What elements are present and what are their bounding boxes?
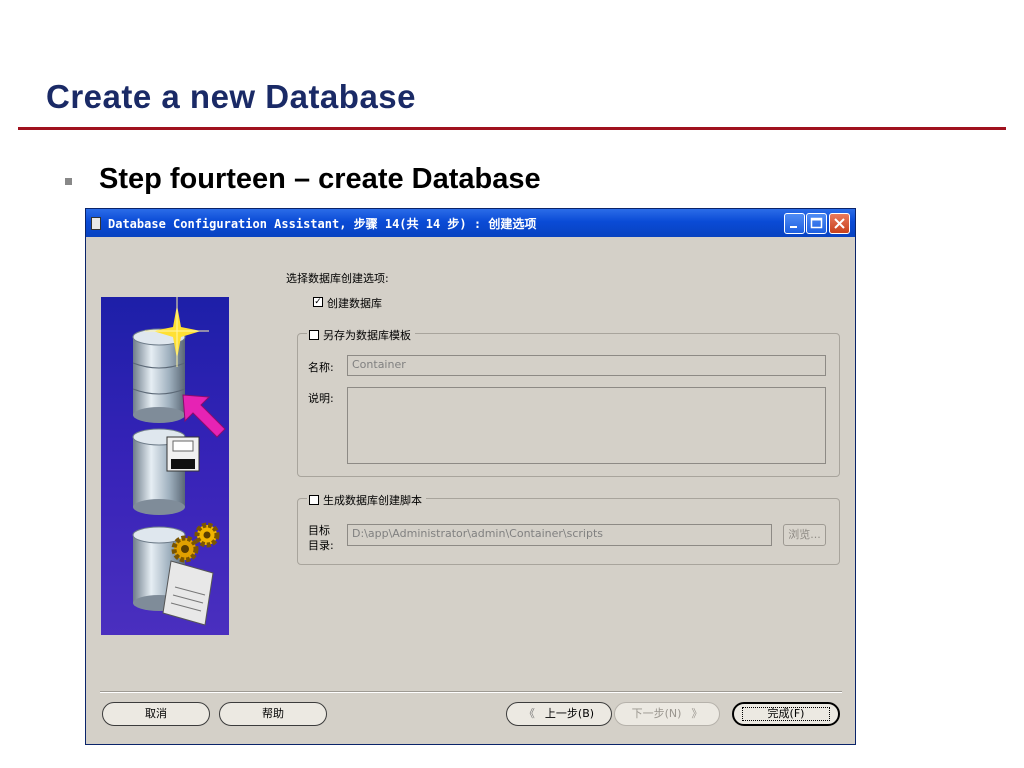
browse-button[interactable]: 浏览... — [783, 524, 826, 546]
create-db-label: 创建数据库 — [327, 297, 382, 310]
minimize-icon — [790, 226, 797, 228]
next-chevron-icon: 》 — [691, 707, 703, 720]
sql-scroll-icon — [162, 560, 214, 626]
cancel-button[interactable]: 取消 — [102, 702, 210, 726]
maximize-button[interactable] — [806, 213, 827, 234]
save-template-label: 另存为数据库模板 — [323, 329, 411, 342]
wizard-illustration — [101, 297, 229, 635]
close-icon — [834, 218, 845, 229]
bullet-square-icon — [65, 178, 72, 185]
finish-button[interactable]: 完成(F) — [732, 702, 840, 726]
template-name-label: 名称: — [308, 361, 334, 374]
back-chevron-icon: 《 — [523, 707, 535, 720]
window-titlebar[interactable]: Database Configuration Assistant, 步骤 14(… — [86, 209, 855, 237]
focus-indicator — [742, 707, 830, 721]
gen-scripts-legend: 生成数据库创建脚本 — [307, 492, 426, 508]
arrow-icon — [182, 394, 226, 438]
template-desc-label: 说明: — [308, 392, 334, 405]
dbca-window: Database Configuration Assistant, 步骤 14(… — [85, 208, 856, 745]
window-title: Database Configuration Assistant, 步骤 14(… — [108, 217, 537, 231]
app-icon — [91, 217, 101, 230]
gen-scripts-label: 生成数据库创建脚本 — [323, 494, 422, 507]
template-name-field[interactable]: Container — [347, 355, 826, 376]
next-button[interactable]: 下一步(N) 》 — [614, 702, 720, 726]
slide-title: Create a new Database — [46, 78, 417, 115]
slide-bullet: Step fourteen – create Database — [99, 163, 541, 195]
back-button[interactable]: 《上一步(B) — [506, 702, 612, 726]
dest-dir-label-line1: 目标 — [308, 524, 330, 537]
save-template-checkbox[interactable] — [309, 330, 319, 340]
back-button-label: 上一步(B) — [544, 707, 595, 720]
creation-options-prompt: 选择数据库创建选项: — [286, 272, 389, 285]
help-button[interactable]: 帮助 — [219, 702, 327, 726]
dest-dir-label-line2: 目录: — [308, 539, 334, 552]
footer-separator — [100, 691, 842, 692]
dest-dir-field[interactable]: D:\app\Administrator\admin\Container\scr… — [347, 524, 772, 546]
create-db-checkbox[interactable]: ✓ — [313, 297, 323, 307]
close-button[interactable] — [829, 213, 850, 234]
save-template-legend: 另存为数据库模板 — [307, 327, 415, 343]
database-disk-icon — [132, 428, 200, 515]
minimize-button[interactable] — [784, 213, 805, 234]
gen-scripts-checkbox[interactable] — [309, 495, 319, 505]
next-button-label: 下一步(N) — [631, 707, 682, 720]
template-desc-field[interactable] — [347, 387, 826, 464]
maximize-icon — [810, 217, 823, 229]
title-divider — [18, 127, 1006, 130]
